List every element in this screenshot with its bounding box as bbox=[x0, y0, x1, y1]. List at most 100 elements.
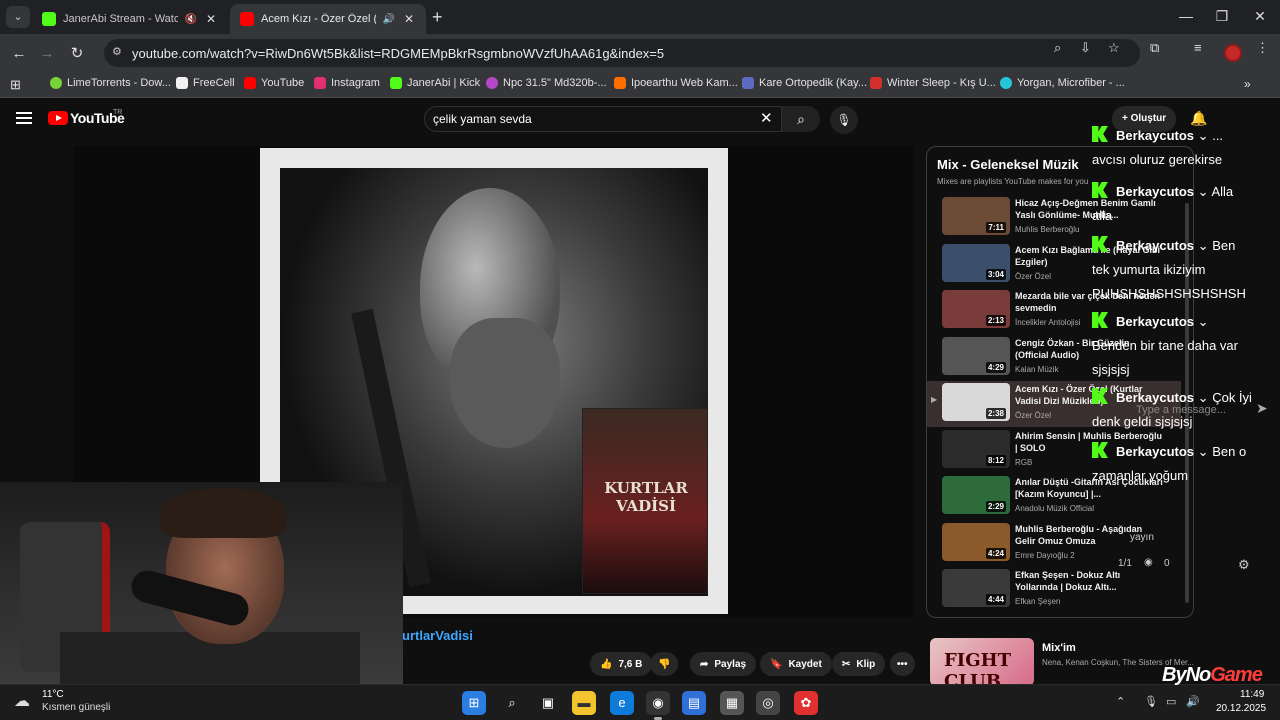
volume-icon[interactable]: 🔊 bbox=[1186, 695, 1200, 708]
save-button[interactable]: 🔖 Kaydet bbox=[760, 652, 832, 676]
video-thumbnail[interactable]: 7:11 bbox=[942, 197, 1010, 235]
forward-button[interactable]: → bbox=[36, 43, 58, 65]
dislike-button[interactable]: 👎 bbox=[650, 652, 679, 676]
chat-username[interactable]: Berkaycutos bbox=[1116, 238, 1194, 253]
video-thumbnail[interactable]: 2:38 bbox=[942, 383, 1010, 421]
site-info-icon[interactable]: ⚙ bbox=[112, 45, 122, 58]
app-icon[interactable]: ▦ bbox=[720, 691, 744, 715]
bookmark-item[interactable]: Yorgan, Microfiber - ... bbox=[1000, 77, 1125, 89]
video-title[interactable]: urtlarVadisi bbox=[402, 628, 473, 643]
store-icon[interactable]: ▤ bbox=[682, 691, 706, 715]
zoom-icon[interactable]: ⌕ bbox=[1054, 40, 1061, 56]
chat-username[interactable]: Berkaycutos bbox=[1116, 128, 1194, 143]
store-icon bbox=[1000, 77, 1012, 89]
settings-gear-icon[interactable]: ⚙ bbox=[1238, 557, 1250, 573]
bookmark-label: Kare Ortopedik (Kay... bbox=[759, 77, 868, 89]
search-icon[interactable]: ⌕ bbox=[500, 691, 524, 715]
bookmark-item[interactable]: Instagram bbox=[314, 77, 380, 89]
profile-avatar[interactable] bbox=[1224, 44, 1242, 62]
like-button[interactable]: 👍 7,6 B bbox=[590, 652, 653, 676]
app-red-icon[interactable]: ✿ bbox=[794, 691, 818, 715]
chrome-icon[interactable]: ◉ bbox=[646, 691, 670, 720]
restore-button[interactable]: ❐ bbox=[1212, 8, 1232, 25]
clock-time[interactable]: 11:49 bbox=[1240, 689, 1264, 700]
clear-search-icon[interactable]: ✕ bbox=[760, 109, 773, 127]
tab-janerabi[interactable]: JanerAbi Stream - Watch Live 🔇 ✕ bbox=[32, 4, 228, 34]
video-thumbnail[interactable]: 2:29 bbox=[942, 476, 1010, 514]
stream-chat-overlay: Berkaycutos ⌄ ... avcısı oluruz gerekirse… bbox=[1092, 124, 1272, 584]
url-text[interactable]: youtube.com/watch?v=RiwDn6Wt5Bk&list=RDG… bbox=[132, 46, 664, 61]
more-bookmarks-icon[interactable]: » bbox=[1244, 77, 1251, 91]
close-tab-icon[interactable]: ✕ bbox=[402, 12, 416, 26]
menu-icon[interactable] bbox=[16, 112, 32, 124]
extensions-icon[interactable]: ⧉ bbox=[1150, 40, 1159, 56]
video-thumbnail[interactable]: 8:12 bbox=[942, 429, 1010, 468]
chat-username[interactable]: Berkaycutos bbox=[1116, 184, 1194, 199]
share-button[interactable]: ➦ Paylaş bbox=[690, 652, 757, 676]
chat-username[interactable]: Berkaycutos bbox=[1116, 314, 1194, 329]
chat-username[interactable]: Berkaycutos bbox=[1116, 390, 1194, 405]
more-actions-button[interactable]: ••• bbox=[890, 652, 915, 676]
search-button[interactable]: ⌕ bbox=[782, 106, 820, 132]
bookmark-item[interactable]: JanerAbi | Kick bbox=[390, 77, 480, 89]
video-duration: 8:12 bbox=[985, 454, 1006, 466]
clip-label: Klip bbox=[856, 658, 876, 670]
bookmark-item[interactable]: FreeCell bbox=[176, 77, 235, 89]
video-thumbnail[interactable]: 2:13 bbox=[942, 290, 1010, 328]
address-bar[interactable]: ⚙ youtube.com/watch?v=RiwDn6Wt5Bk&list=R… bbox=[104, 39, 1140, 67]
clip-button[interactable]: ✂ Klip bbox=[832, 652, 886, 676]
obs-icon[interactable]: ◎ bbox=[756, 691, 780, 715]
youtube-logo-icon[interactable] bbox=[48, 111, 68, 125]
weather-temperature[interactable]: 11°C bbox=[42, 689, 64, 700]
muted-audio-icon[interactable]: 🔇 bbox=[185, 14, 197, 25]
like-count: 7,6 B bbox=[618, 658, 643, 670]
search-input[interactable] bbox=[433, 112, 733, 126]
search-box[interactable] bbox=[424, 106, 782, 132]
bookmark-item[interactable]: LimeTorrents - Dow... bbox=[50, 77, 171, 89]
video-thumbnail[interactable]: 4:24 bbox=[942, 522, 1010, 561]
video-thumbnail[interactable]: 4:29 bbox=[942, 336, 1010, 375]
new-tab-button[interactable]: + bbox=[432, 7, 443, 28]
kick-favicon-icon bbox=[42, 12, 56, 26]
weather-description[interactable]: Kısmen güneşli bbox=[42, 702, 110, 713]
reload-button[interactable]: ↻ bbox=[66, 43, 88, 65]
bookmark-star-icon[interactable]: ☆ bbox=[1108, 40, 1120, 56]
back-button[interactable]: ← bbox=[8, 43, 30, 65]
video-thumbnail[interactable]: 4:44 bbox=[942, 569, 1010, 607]
media-controls-icon[interactable]: ≡ bbox=[1194, 40, 1202, 55]
clock-date[interactable]: 20.12.2025 bbox=[1216, 703, 1266, 714]
mix-title[interactable]: Mix'im bbox=[1042, 642, 1076, 654]
bookmark-item[interactable]: Kare Ortopedik (Kay... bbox=[742, 77, 867, 89]
bookmark-item[interactable]: Ipoearthu Web Kam... bbox=[614, 77, 738, 89]
playlist-title: Mix - Geleneksel Müzik bbox=[937, 157, 1079, 172]
task-view-icon[interactable]: ▣ bbox=[536, 691, 560, 715]
apps-grid-icon[interactable]: ⊞ bbox=[10, 77, 21, 93]
tab-youtube[interactable]: Acem Kızı - Özer Özel (Kurtlar 🔊 ✕ bbox=[230, 4, 426, 34]
bookmark-item[interactable]: YouTube bbox=[244, 77, 304, 89]
tab-search-button[interactable]: ⌄ bbox=[6, 6, 30, 28]
weather-icon[interactable]: ☁ bbox=[14, 691, 30, 711]
file-explorer-icon[interactable]: ▬ bbox=[572, 691, 596, 715]
audio-playing-icon[interactable]: 🔊 bbox=[383, 14, 395, 25]
close-window-button[interactable]: ✕ bbox=[1250, 8, 1270, 25]
voice-search-button[interactable]: 🎙 bbox=[830, 106, 858, 134]
chat-username[interactable]: Berkaycutos bbox=[1116, 444, 1194, 459]
network-icon[interactable]: ▭ bbox=[1166, 695, 1176, 708]
minimize-button[interactable]: — bbox=[1176, 8, 1196, 24]
chat-text: Ben o bbox=[1212, 444, 1247, 459]
bookmark-item[interactable]: Winter Sleep - Kış U... bbox=[870, 77, 996, 89]
bookmark-label: Ipoearthu Web Kam... bbox=[631, 77, 738, 89]
video-thumbnail[interactable]: 3:04 bbox=[942, 243, 1010, 282]
install-app-icon[interactable]: ⇩ bbox=[1080, 40, 1091, 56]
send-icon[interactable]: ➤ bbox=[1256, 400, 1268, 417]
chat-input[interactable]: Type a message... bbox=[1136, 404, 1226, 416]
more-menu-icon[interactable]: ⋮ bbox=[1256, 40, 1269, 56]
start-icon[interactable]: ⊞ bbox=[462, 691, 486, 715]
edge-icon[interactable]: e bbox=[610, 691, 634, 715]
bookmark-item[interactable]: Npc 31.5" Md320b-... bbox=[486, 77, 607, 89]
mix-thumbnail[interactable]: FIGHT CLUB bbox=[930, 638, 1034, 692]
mic-tray-icon[interactable]: 🎙 bbox=[1144, 695, 1158, 708]
kick-badge-icon bbox=[1092, 442, 1108, 458]
close-tab-icon[interactable]: ✕ bbox=[204, 12, 218, 26]
tray-chevron-icon[interactable]: ⌃ bbox=[1116, 695, 1125, 708]
